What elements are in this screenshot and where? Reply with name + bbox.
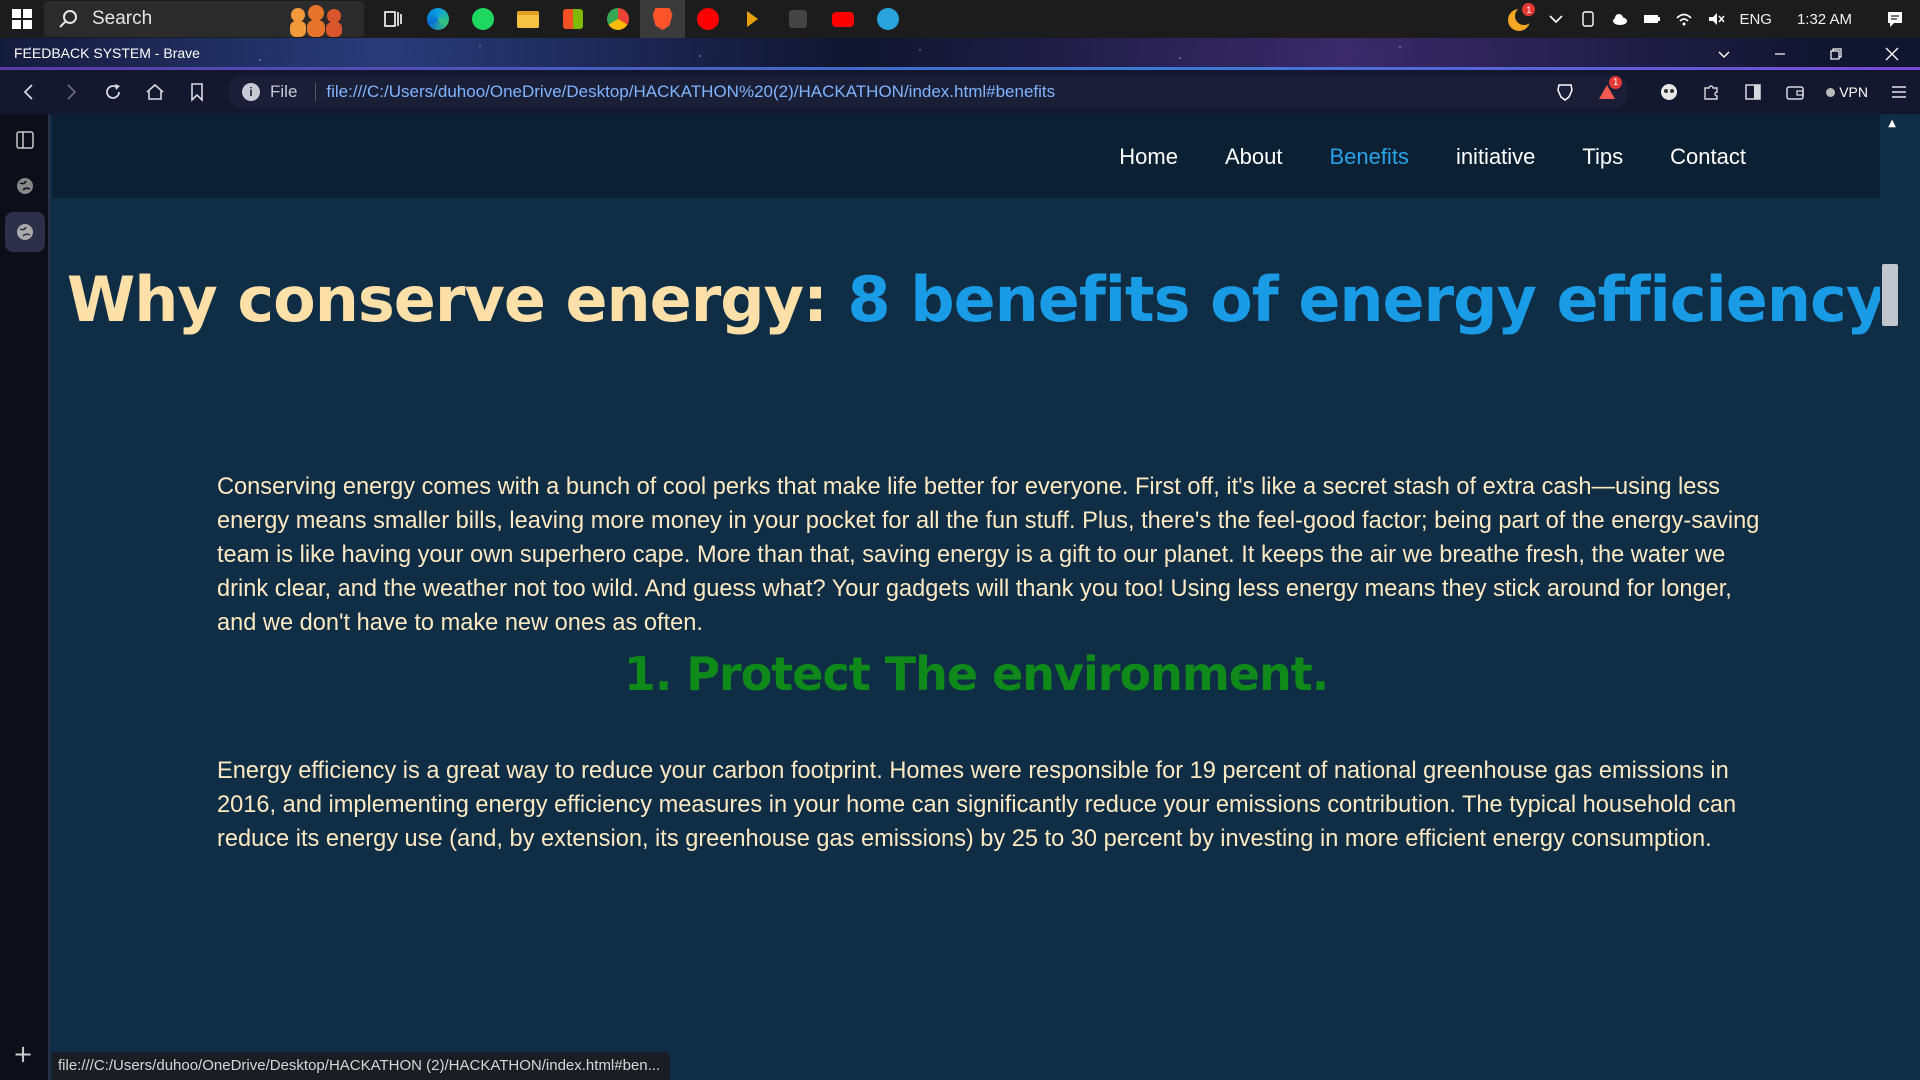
address-separator	[315, 83, 317, 101]
page-title-highlight: 8 benefits of energy efficiency	[847, 263, 1886, 336]
device-icon[interactable]	[1572, 10, 1604, 28]
site-nav: Home About Benefits initiative Tips Cont…	[1119, 144, 1746, 170]
brave-icon[interactable]	[640, 0, 685, 38]
spotify-icon[interactable]	[460, 0, 505, 38]
taskbar-search-placeholder: Search	[92, 8, 153, 29]
sidebar-add-icon[interactable]: +	[13, 1040, 33, 1068]
brave-rewards-icon[interactable]: 1	[1586, 70, 1628, 114]
plex-icon[interactable]	[730, 0, 775, 38]
menu-hamburger-icon[interactable]	[1878, 70, 1920, 114]
window-title: FEEDBACK SYSTEM - Brave	[14, 45, 200, 61]
extensions-puzzle-icon[interactable]	[1690, 70, 1732, 114]
scroll-up-arrow-icon[interactable]: ▲	[1888, 118, 1896, 129]
site-info-icon[interactable]: i	[242, 83, 260, 101]
edge-icon[interactable]	[415, 0, 460, 38]
youtube-icon[interactable]	[820, 0, 865, 38]
input-language[interactable]: ENG	[1732, 11, 1779, 28]
lively-wallpaper-icon[interactable]	[775, 0, 820, 38]
brave-shields-icon[interactable]	[1544, 70, 1586, 114]
nav-link-home[interactable]: Home	[1119, 144, 1178, 170]
wifi-icon[interactable]	[1668, 10, 1700, 28]
page-title: Why conserve energy: 8 benefits of energ…	[52, 254, 1900, 346]
sidebar-toggle-icon[interactable]	[1732, 70, 1774, 114]
scrollbar-thumb[interactable]	[1882, 264, 1898, 326]
home-icon[interactable]	[134, 70, 176, 114]
page-title-lead: Why conserve energy:	[66, 263, 848, 336]
sidebar-panel-icon[interactable]	[5, 120, 45, 160]
wallet-icon[interactable]	[1774, 70, 1816, 114]
search-icon	[59, 10, 77, 28]
browser-title-bar: FEEDBACK SYSTEM - Brave	[0, 38, 1920, 70]
sidebar-globe-icon[interactable]	[5, 166, 45, 206]
notification-count-badge: 1	[1522, 3, 1536, 16]
search-highlight-illustration-icon	[290, 5, 342, 37]
taskbar-search-box[interactable]: Search	[44, 1, 364, 37]
vpn-label: VPN	[1839, 84, 1868, 100]
onedrive-cloud-icon[interactable]	[1604, 10, 1636, 28]
vpn-button[interactable]: VPN	[1816, 84, 1878, 100]
browser-sidebar: +	[0, 114, 50, 1080]
chevron-up-icon[interactable]	[1540, 10, 1572, 28]
scheme-label: File	[270, 82, 298, 101]
vpn-status-dot	[1826, 87, 1836, 97]
weather-moon-icon[interactable]: 1	[1498, 3, 1540, 33]
bookmark-icon[interactable]	[176, 70, 218, 114]
page-scrollbar[interactable]: ▲	[1880, 114, 1900, 1080]
intro-paragraph: Conserving energy comes with a bunch of …	[217, 474, 1760, 636]
extension-avatar-icon[interactable]	[1648, 70, 1690, 114]
volume-muted-icon[interactable]	[1700, 10, 1732, 28]
nav-link-benefits[interactable]: Benefits	[1329, 144, 1409, 170]
windows-taskbar: Search 1 ENG 1:32 AM	[0, 0, 1920, 38]
nav-link-tips[interactable]: Tips	[1582, 144, 1623, 170]
microsoft-store-icon[interactable]	[550, 0, 595, 38]
battery-icon[interactable]	[1636, 10, 1668, 28]
reload-icon[interactable]	[92, 70, 134, 114]
minimize-icon[interactable]	[1752, 38, 1808, 70]
sidebar-globe-active-icon[interactable]	[5, 212, 45, 252]
toolbar-divider	[1628, 70, 1648, 114]
browser-toolbar: i File file:///C:/Users/duhoo/OneDrive/D…	[0, 70, 1920, 114]
link-status-bar: file:///C:/Users/duhoo/OneDrive/Desktop/…	[52, 1052, 671, 1080]
starfield-background	[0, 38, 1920, 70]
section-paragraph-protect-environment: Energy efficiency is a great way to redu…	[217, 758, 1737, 852]
notification-center-icon[interactable]	[1870, 10, 1920, 28]
chrome-icon[interactable]	[595, 0, 640, 38]
rewards-badge: 1	[1609, 76, 1623, 89]
back-icon[interactable]	[8, 70, 50, 114]
section-title-protect-environment: 1. Protect The environment.	[623, 647, 1329, 701]
site-header: Home About Benefits initiative Tips Cont…	[52, 114, 1900, 198]
forward-icon[interactable]	[50, 70, 92, 114]
youtube-music-icon[interactable]	[685, 0, 730, 38]
close-window-icon[interactable]	[1864, 38, 1920, 70]
web-page: Home About Benefits initiative Tips Cont…	[52, 114, 1900, 1080]
tab-search-chevron-icon[interactable]	[1696, 38, 1752, 70]
nav-link-initiative[interactable]: initiative	[1456, 144, 1535, 170]
address-bar[interactable]: i File file:///C:/Users/duhoo/OneDrive/D…	[228, 75, 1628, 109]
task-view-icon[interactable]	[370, 0, 415, 38]
telegram-icon[interactable]	[865, 0, 910, 38]
clock-time[interactable]: 1:32 AM	[1779, 11, 1870, 28]
nav-link-about[interactable]: About	[1225, 144, 1283, 170]
restore-icon[interactable]	[1808, 38, 1864, 70]
windows-start-icon[interactable]	[0, 0, 44, 38]
nav-link-contact[interactable]: Contact	[1670, 144, 1746, 170]
url-text[interactable]: file:///C:/Users/duhoo/OneDrive/Desktop/…	[326, 82, 1055, 102]
file-explorer-icon[interactable]	[505, 0, 550, 38]
